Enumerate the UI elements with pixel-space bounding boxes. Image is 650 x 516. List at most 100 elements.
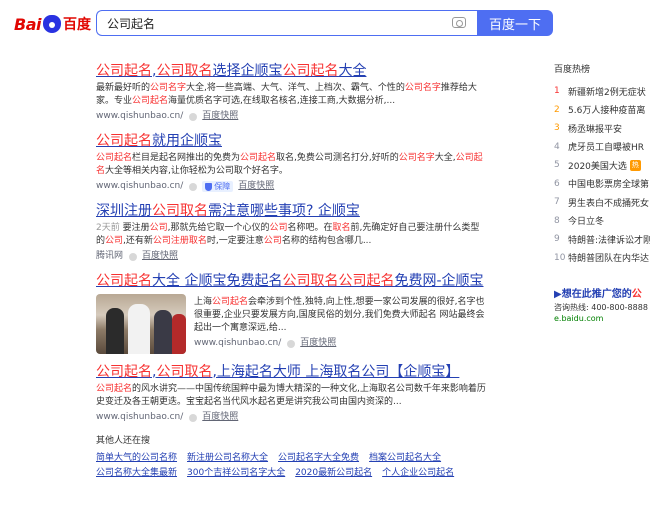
hot-tag: 热 (629, 159, 641, 171)
photo-person (128, 304, 150, 354)
dot-icon (129, 252, 138, 261)
related-link[interactable]: 2020最新公司起名 (295, 466, 372, 481)
text-segment: 大全, (434, 153, 456, 163)
keyword-highlight: 公司 (263, 236, 282, 246)
hot-list: 1 新疆新增2例无症状 2 5.6万人接种疫苗离 3 杨丞琳报平安 4 虎牙员工自曝被HR 5 2… (554, 82, 650, 267)
result-title[interactable]: 公司起名,公司取名,上海起名大师 上海取名公司【企顺宝】 (96, 363, 486, 381)
result-title[interactable]: 深圳注册公司取名需注意哪些事项? 企顺宝 (96, 202, 486, 220)
ad-url[interactable]: e.baidu.com (554, 314, 650, 323)
text-segment: 最新最好听的 (96, 83, 151, 93)
hot-item[interactable]: 3 杨丞琳报平安 (554, 119, 650, 138)
hot-text: 5.6万人接种疫苗离 (568, 106, 646, 117)
text-segment: 名称的结构包含哪几... (281, 236, 372, 246)
keyword-highlight: 公司取名 (152, 203, 208, 219)
hot-text: 虎牙员工自曝被HR (568, 143, 645, 154)
result-item: 公司起名,公司取名选择企顺宝公司起名大全 最新最好听的 公司名字大全,将一些高端、… (96, 62, 486, 123)
hot-item[interactable]: 10 特朗普团队在内华达 (554, 249, 650, 268)
hot-text: 特朗普:法律诉讼才刚 (568, 235, 650, 246)
keyword-highlight: 公司起名 (96, 133, 152, 149)
result-title[interactable]: 公司起名就用企顺宝 (96, 132, 486, 150)
result-media-text: 上海公司起名会牵涉到个性,独特,向上性,想要一家公司发展的很好,名字也很重要,企… (194, 294, 486, 354)
hot-item[interactable]: 7 男生表白不成捅死女 (554, 193, 650, 212)
text-segment: ,还有新 (123, 236, 153, 246)
result-url[interactable]: www.qishunbao.cn/ (96, 110, 183, 123)
result-source: www.qishunbao.cn/ 百度快照 (96, 110, 486, 123)
snapshot-link[interactable]: 百度快照 (142, 250, 178, 263)
hot-text: 新疆新增2例无症状 (568, 87, 646, 98)
result-thumbnail[interactable] (96, 294, 186, 354)
text-segment: 需注意哪些事项? 企顺宝 (208, 203, 360, 219)
ad-phone: 咨询热线: 400-800-8888 (554, 303, 648, 312)
ad-block: ▶想在此推广您的公 咨询热线: 400-800-8888 e.baidu.com (554, 285, 650, 323)
keyword-highlight: 公司取名 (156, 364, 213, 380)
hot-text: 中国电影票房全球第 (568, 180, 650, 191)
search-input[interactable] (107, 11, 437, 35)
dot-icon (189, 112, 198, 121)
baidu-logo[interactable]: Bai 百度 (14, 14, 91, 34)
result-url[interactable]: www.qishunbao.cn/ (96, 180, 183, 193)
related-link[interactable]: 档案公司起名大全 (369, 451, 441, 466)
text-segment: 大全,将一些高端、大气、洋气、上档次、霸气、个性的 (186, 83, 405, 93)
search-results: 公司起名,公司取名选择企顺宝公司起名大全 最新最好听的公司名字大全,将一些高端、… (96, 62, 486, 481)
ad-title[interactable]: ▶想在此推广您的公 (554, 285, 650, 300)
logo-text-baidu: 百度 (62, 17, 91, 33)
hot-item[interactable]: 1 新疆新增2例无症状 (554, 82, 650, 101)
result-abstract: 上海公司起名会牵涉到个性,独特,向上性,想要一家公司发展的很好,名字也很重要,企… (194, 296, 486, 335)
text-segment: 深圳注册 (96, 203, 152, 219)
keyword-highlight: 公司取名 (156, 63, 213, 79)
keyword-highlight: 公司起名 (96, 384, 133, 394)
keyword-highlight: 公司 (105, 236, 124, 246)
search-button[interactable]: 百度一下 (477, 10, 553, 36)
keyword-highlight: 公司注册取名 (152, 236, 207, 246)
hot-text: 杨丞琳报平安 (568, 124, 623, 135)
result-item: 公司起名,公司取名,上海起名大师 上海取名公司【企顺宝】 公司起名的风水讲究——… (96, 363, 486, 424)
snapshot-link[interactable]: 百度快照 (202, 110, 238, 123)
hot-item[interactable]: 2 5.6万人接种疫苗离 (554, 101, 650, 120)
keyword-highlight: 公司起名 (96, 273, 152, 289)
result-url[interactable]: www.qishunbao.cn/ (194, 337, 281, 350)
related-link[interactable]: 300个吉祥公司名字大全 (187, 466, 285, 481)
result-url[interactable]: www.qishunbao.cn/ (96, 411, 183, 424)
camera-icon[interactable] (452, 17, 466, 28)
result-title[interactable]: 公司起名大全 企顺宝免费起名公司取名公司起名免费网-企顺宝 (96, 272, 486, 290)
logo-text-bai: Bai (14, 14, 41, 34)
text-segment: 取名,免费公司测名打分,好听的 (276, 153, 399, 163)
keyword-highlight: 公司起名 (96, 153, 133, 163)
hot-rank: 8 (554, 215, 560, 226)
search-box (96, 10, 477, 36)
text-segment: ,那就先给它取一个心仪的 (167, 223, 270, 233)
related-link[interactable]: 简单大气的公司名称 (96, 451, 177, 466)
text-segment: 免费网-企顺宝 (394, 273, 484, 289)
snapshot-link[interactable]: 百度快照 (202, 411, 238, 424)
keyword-highlight: 公司名字 (398, 153, 435, 163)
sidebar: 百度热榜 1 新疆新增2例无症状 2 5.6万人接种疫苗离 3 杨丞琳报平安 4 虎牙员工自曝… (554, 62, 650, 323)
hot-item[interactable]: 9 特朗普:法律诉讼才刚 (554, 230, 650, 249)
hot-item[interactable]: 6 中国电影票房全球第 (554, 175, 650, 194)
related-link[interactable]: 新注册公司名称大全 (187, 451, 268, 466)
hot-text: 2020美国大选 (568, 161, 627, 172)
hot-rank: 1 (554, 86, 560, 97)
result-url[interactable]: 腾讯网 (96, 250, 123, 263)
keyword-highlight: 公司起名 (282, 63, 339, 79)
snapshot-link[interactable]: 百度快照 (300, 337, 336, 350)
related-link[interactable]: 公司名称大全集最新 (96, 466, 177, 481)
text-segment: 大全 企顺宝免费起名 (152, 273, 283, 289)
related-link[interactable]: 个人企业公司起名 (382, 466, 454, 481)
text-segment: 的风水讲究——中国传统国粹中最为博大精深的一种文化,上海取名公司数千年来影响着历… (96, 384, 486, 407)
keyword-highlight: 公司名字 (404, 83, 441, 93)
hot-rank: 6 (554, 178, 560, 189)
keyword-highlight: 公司起名 (240, 153, 277, 163)
result-abstract: 公司起名栏目是起名网推出的免费为公司起名取名,免费公司测名打分,好听的公司名字大… (96, 152, 486, 178)
hot-item[interactable]: 8 今日立冬 (554, 212, 650, 231)
hot-rank: 9 (554, 234, 560, 245)
related-link[interactable]: 公司起名字大全免费 (278, 451, 359, 466)
hot-item[interactable]: 5 2020美国大选热 (554, 156, 650, 175)
result-title[interactable]: 公司起名,公司取名选择企顺宝公司起名大全 (96, 62, 486, 80)
guarantee-badge[interactable]: 保障 (202, 181, 234, 192)
hot-item[interactable]: 4 虎牙员工自曝被HR (554, 138, 650, 157)
dot-icon (189, 413, 198, 422)
result-abstract-text: 要注册公司,那就先给它取一个心仪的公司名称吧。在取名前,先确定好自己要注册什么类… (96, 223, 479, 246)
hot-rank: 3 (554, 123, 560, 134)
keyword-highlight: 公司 (149, 223, 168, 233)
snapshot-link[interactable]: 百度快照 (238, 180, 274, 193)
